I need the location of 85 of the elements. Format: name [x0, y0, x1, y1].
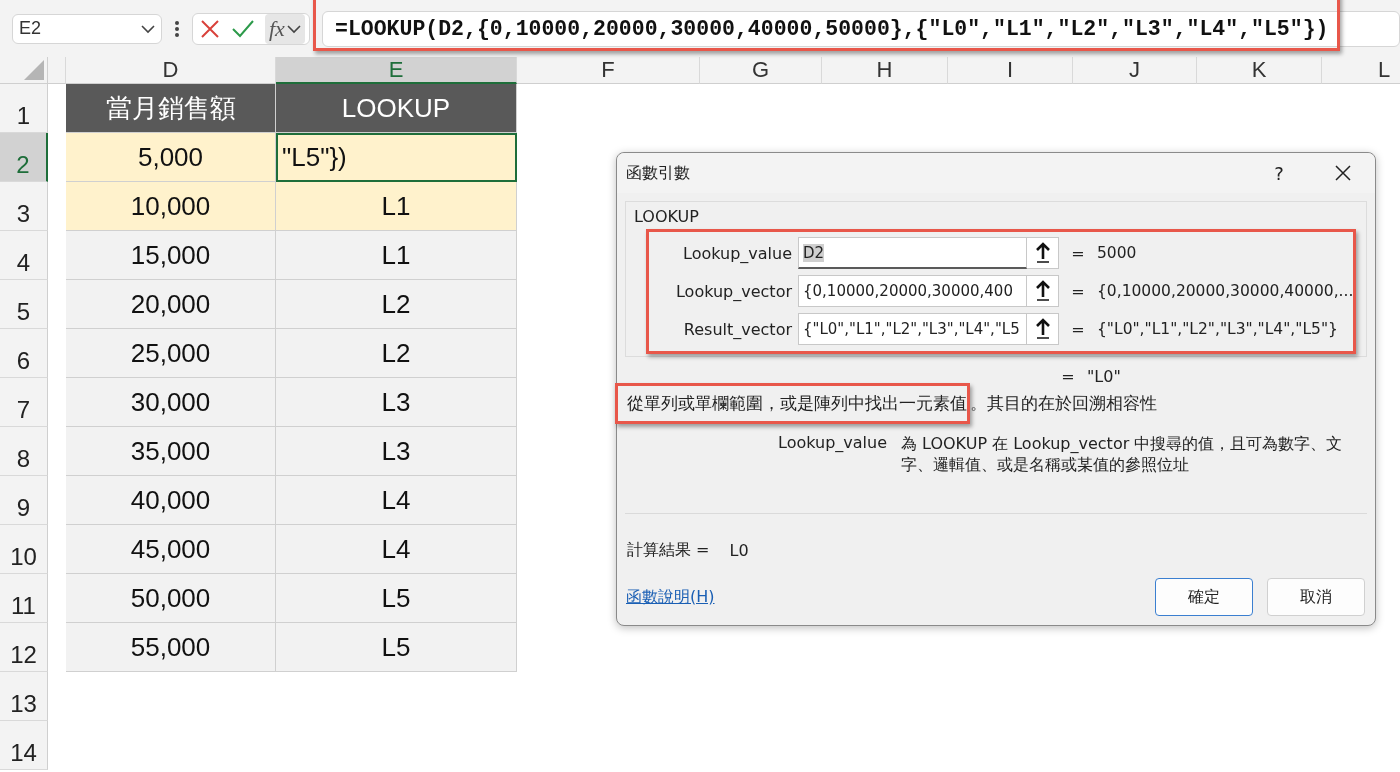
collapse-button[interactable]: [1027, 313, 1059, 345]
formula-field[interactable]: =LOOKUP(D2,{0,10000,20000,30000,40000,50000},{"L0","L1","L2","L3","L4","L5"}): [322, 10, 1400, 47]
cancel-icon[interactable]: [199, 17, 221, 40]
row-header[interactable]: 4: [0, 231, 48, 280]
collapse-button[interactable]: [1027, 275, 1059, 307]
name-box[interactable]: E2: [12, 13, 162, 44]
more-options-icon[interactable]: [174, 19, 180, 38]
column-title[interactable]: LOOKUP: [276, 84, 517, 133]
column-header[interactable]: K: [1197, 57, 1322, 84]
argument-result: {0,10000,20000,30000,40000,...: [1097, 282, 1354, 300]
collapse-button[interactable]: [1027, 237, 1059, 269]
row-header[interactable]: 5: [0, 280, 48, 329]
table-cell[interactable]: L2: [276, 329, 517, 378]
row-header[interactable]: 7: [0, 378, 48, 427]
table-cell[interactable]: L4: [276, 476, 517, 525]
chevron-down-icon: [141, 23, 155, 34]
column-header[interactable]: I: [948, 57, 1073, 84]
close-icon: [1334, 164, 1352, 182]
argument-description: 為 LOOKUP 在 Lookup_vector 中搜尋的值，且可為數字、文字、邏輯值、或是名稱或某值的參照位址: [901, 433, 1344, 476]
argument-result: {"L0","L1","L2","L3","L4","L5"}: [1097, 320, 1338, 338]
row-header[interactable]: 12: [0, 623, 48, 672]
table-cell[interactable]: L3: [276, 378, 517, 427]
table-cell[interactable]: L3: [276, 427, 517, 476]
row-header[interactable]: 14: [0, 721, 48, 770]
table-cell[interactable]: L2: [276, 280, 517, 329]
argument-field[interactable]: D2: [798, 237, 1027, 269]
argument-label: Result_vector: [682, 319, 793, 339]
column-header[interactable]: F: [517, 57, 700, 84]
argument-label: Lookup_value: [682, 243, 793, 263]
argument-field[interactable]: {"L0","L1","L2","L3","L4","L5: [798, 313, 1027, 345]
column-title[interactable]: 當月銷售額: [66, 84, 276, 133]
row-header[interactable]: 8: [0, 427, 48, 476]
table-cell[interactable]: 55,000: [66, 623, 276, 672]
table-cell[interactable]: 45,000: [66, 525, 276, 574]
column-header[interactable]: L: [1322, 57, 1400, 84]
table-cell[interactable]: 5,000: [66, 133, 276, 182]
table-cell[interactable]: 25,000: [66, 329, 276, 378]
result-label: 計算結果 =: [627, 539, 710, 561]
row-header[interactable]: 13: [0, 672, 48, 721]
argument-field[interactable]: {0,10000,20000,30000,400: [798, 275, 1027, 307]
equals-sign: =: [1060, 366, 1076, 386]
function-description: 。其目的在於回溯相容性: [970, 391, 1157, 415]
equals-sign: =: [1070, 281, 1086, 301]
row-header[interactable]: 10: [0, 525, 48, 574]
table-cell[interactable]: 40,000: [66, 476, 276, 525]
table-cell[interactable]: L1: [276, 231, 517, 280]
row-header[interactable]: 6: [0, 329, 48, 378]
table-cell[interactable]: L1: [276, 182, 517, 231]
table-cell[interactable]: L5: [276, 574, 517, 623]
column-header[interactable]: J: [1073, 57, 1197, 84]
dialog-title: 函數引數: [626, 162, 691, 184]
function-name: LOOKUP: [634, 206, 700, 228]
row-header[interactable]: 3: [0, 182, 48, 231]
row-header[interactable]: 11: [0, 574, 48, 623]
triangle-icon: [24, 60, 44, 80]
table-cell[interactable]: L5: [276, 623, 517, 672]
column-header[interactable]: E: [276, 57, 517, 84]
table-cell[interactable]: 20,000: [66, 280, 276, 329]
row-header[interactable]: 1: [0, 84, 48, 133]
table-cell[interactable]: 50,000: [66, 574, 276, 623]
table-cell[interactable]: 15,000: [66, 231, 276, 280]
table-cell[interactable]: 35,000: [66, 427, 276, 476]
argument-label: Lookup_vector: [674, 281, 793, 301]
row-header[interactable]: 2: [0, 133, 48, 182]
chevron-down-icon: [286, 23, 301, 34]
table-cell[interactable]: 30,000: [66, 378, 276, 427]
cancel-button[interactable]: 取消: [1267, 578, 1365, 616]
ok-button[interactable]: 確定: [1155, 578, 1253, 616]
argument-result: 5000: [1097, 244, 1137, 262]
equals-sign: =: [1070, 319, 1086, 339]
row-header[interactable]: 9: [0, 476, 48, 525]
table-cell[interactable]: "L5"}): [276, 133, 517, 182]
column-header[interactable]: D: [66, 57, 276, 84]
result-value: L0: [729, 540, 749, 560]
equals-sign: =: [1070, 243, 1086, 263]
formula-value: "L0": [1087, 366, 1121, 386]
function-description: 從單列或單欄範圍，或是陣列中找出一元素值: [627, 391, 967, 415]
insert-function-button[interactable]: fx: [265, 13, 305, 44]
help-button[interactable]: ?: [1247, 153, 1311, 193]
table-cell[interactable]: 10,000: [66, 182, 276, 231]
column-header[interactable]: G: [700, 57, 822, 84]
argument-name: Lookup_value: [777, 433, 887, 454]
table-cell[interactable]: L4: [276, 525, 517, 574]
column-header[interactable]: H: [822, 57, 948, 84]
help-link[interactable]: 函數說明(H): [626, 586, 1141, 608]
